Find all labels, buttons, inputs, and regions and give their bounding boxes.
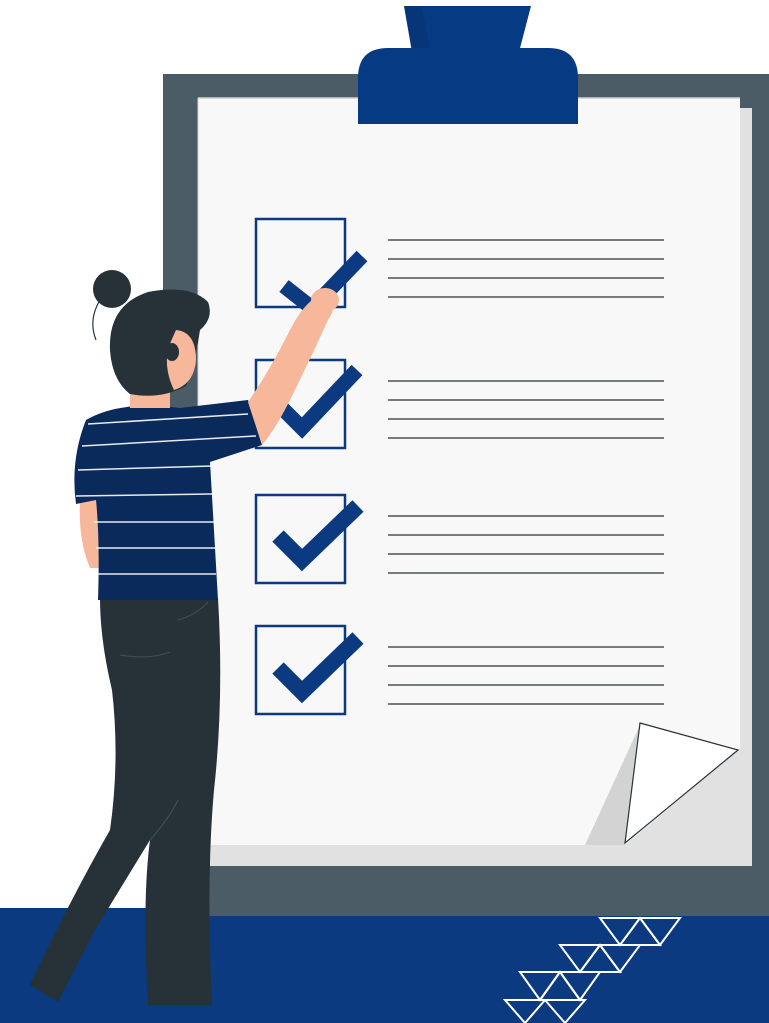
clip-base — [358, 48, 578, 124]
checklist-illustration — [0, 6, 769, 1023]
person-shoe-right — [148, 1005, 218, 1023]
illustration-canvas — [0, 0, 769, 1023]
person-hand — [311, 288, 339, 312]
clipboard-icon — [163, 6, 769, 916]
floor-band — [0, 908, 769, 1023]
